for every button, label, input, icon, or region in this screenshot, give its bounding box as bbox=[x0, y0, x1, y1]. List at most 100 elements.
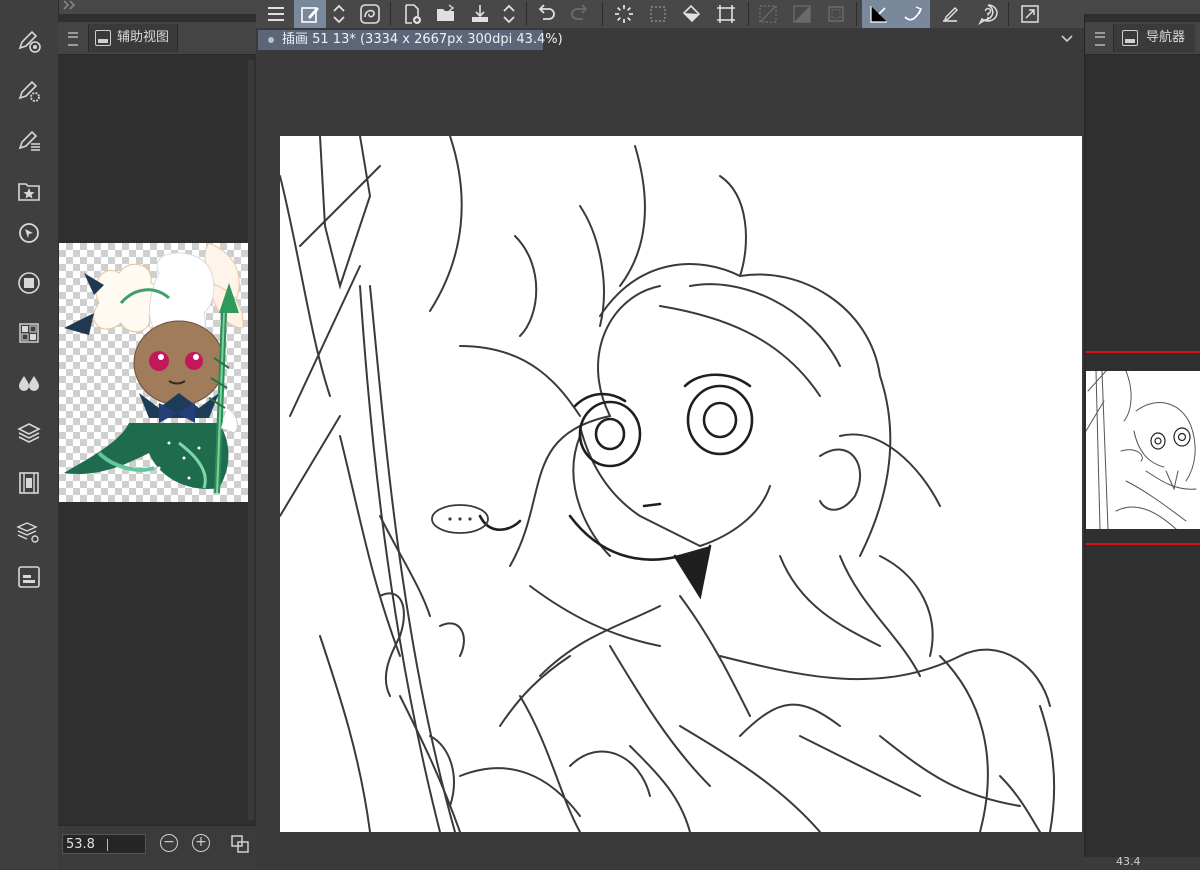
transform-selection-button[interactable] bbox=[640, 0, 676, 28]
document-title: 插画 51 13* (3334 x 2667px 300dpi 43.4%) bbox=[282, 32, 563, 47]
ruler-pen-button[interactable] bbox=[932, 0, 968, 28]
stepper-icon bbox=[333, 4, 345, 24]
stepper-button-1[interactable] bbox=[326, 0, 352, 28]
left-toolbar bbox=[0, 0, 59, 869]
timeline-button[interactable] bbox=[14, 468, 44, 498]
fill-icon bbox=[682, 4, 701, 23]
square-layer-button[interactable] bbox=[14, 268, 44, 298]
plus-icon: + bbox=[195, 834, 207, 850]
material-button[interactable] bbox=[14, 176, 44, 206]
tab-sub-view[interactable]: 辅助视图 bbox=[88, 24, 179, 52]
brush-settings-button[interactable] bbox=[14, 76, 44, 106]
fill-button[interactable] bbox=[674, 0, 710, 28]
stepper-button-2[interactable] bbox=[496, 0, 522, 28]
edit-pen-icon bbox=[301, 7, 319, 23]
stepper-icon bbox=[503, 4, 515, 24]
layers-button[interactable] bbox=[14, 418, 44, 448]
new-layer-icon bbox=[405, 4, 421, 24]
menu-icon bbox=[268, 7, 284, 21]
color-mixing-button[interactable] bbox=[14, 368, 44, 398]
menu-button[interactable] bbox=[258, 0, 294, 28]
invert-selection-button[interactable] bbox=[784, 0, 820, 28]
zoom-field[interactable]: 53.8 bbox=[62, 834, 146, 854]
brush-list-icon bbox=[18, 130, 40, 151]
navigator-zoom-value[interactable]: 43.4 bbox=[1116, 855, 1141, 868]
zoom-value: 53.8 bbox=[66, 837, 95, 852]
layer-property-button[interactable] bbox=[14, 518, 44, 548]
toolbar-separator bbox=[748, 2, 749, 26]
lasso-icon bbox=[360, 4, 380, 24]
collapse-right-icon[interactable] bbox=[60, 0, 80, 10]
star-folder-icon bbox=[18, 183, 40, 201]
draw-curve-button[interactable] bbox=[896, 0, 930, 28]
square-layer-icon bbox=[18, 272, 40, 294]
panel-menu-icon[interactable] bbox=[1095, 32, 1105, 46]
draw-curve-icon bbox=[904, 6, 922, 21]
sub-view-scrollbar[interactable] bbox=[248, 60, 254, 820]
toolbar-separator bbox=[526, 2, 527, 26]
image-icon bbox=[95, 30, 111, 46]
nav-frame-bottom bbox=[1086, 543, 1200, 545]
open-folder-icon bbox=[437, 4, 455, 21]
ruler-pen-icon bbox=[943, 7, 958, 22]
chevron-down-icon[interactable] bbox=[1060, 32, 1074, 46]
color-grid-icon bbox=[19, 323, 39, 343]
layer-props-icon bbox=[16, 522, 39, 543]
fit-view-icon[interactable] bbox=[230, 834, 250, 854]
navigation-button[interactable] bbox=[14, 218, 44, 248]
nav-frame-top bbox=[1086, 351, 1200, 353]
brush-target-icon bbox=[18, 30, 41, 53]
color-drops-icon bbox=[19, 376, 39, 391]
crop-button[interactable] bbox=[708, 0, 744, 28]
document-tab[interactable]: 插画 51 13* (3334 x 2667px 300dpi 43.4%) bbox=[258, 30, 563, 50]
cursor-circle-icon bbox=[19, 223, 39, 243]
selection-border-button[interactable] bbox=[818, 0, 854, 28]
toolbar-separator bbox=[1008, 2, 1009, 26]
export-icon bbox=[472, 5, 488, 22]
draw-line-icon bbox=[870, 6, 887, 23]
panel-header: 辅助视图 bbox=[58, 22, 256, 55]
loading-button[interactable] bbox=[606, 0, 642, 28]
zoom-in-button[interactable]: + bbox=[192, 834, 210, 852]
minus-icon: − bbox=[163, 834, 175, 850]
edit-mode-button[interactable] bbox=[294, 0, 326, 28]
new-layer-button[interactable] bbox=[394, 0, 430, 28]
reference-image[interactable] bbox=[59, 243, 249, 502]
navigator-thumbnail[interactable] bbox=[1086, 371, 1200, 529]
brush-gear-icon bbox=[18, 80, 40, 102]
help-button[interactable] bbox=[970, 0, 1006, 28]
cookie-character-illustration bbox=[64, 243, 244, 494]
tab-navigator[interactable]: 导航器 bbox=[1113, 24, 1196, 52]
redo-button[interactable] bbox=[562, 0, 598, 28]
brush-target-button[interactable] bbox=[14, 26, 44, 56]
clear-selection-icon bbox=[759, 5, 777, 23]
transform-selection-icon bbox=[650, 6, 666, 22]
draw-line-button[interactable] bbox=[862, 0, 896, 28]
unsaved-dot-icon bbox=[268, 37, 274, 43]
sketch-artwork bbox=[280, 136, 1056, 832]
export-button[interactable] bbox=[462, 0, 498, 28]
selection-border-icon bbox=[828, 6, 844, 22]
tab-sub-view-label: 辅助视图 bbox=[117, 30, 170, 45]
clear-selection-button[interactable] bbox=[750, 0, 786, 28]
open-button[interactable] bbox=[428, 0, 464, 28]
drawing-canvas[interactable] bbox=[280, 136, 1082, 832]
fullscreen-icon bbox=[1021, 5, 1039, 23]
help-bubble-icon bbox=[978, 4, 998, 25]
zoom-slider-handle[interactable] bbox=[107, 839, 108, 851]
toolbar-separator bbox=[390, 2, 391, 26]
fullscreen-button[interactable] bbox=[1012, 0, 1048, 28]
panel-menu-icon[interactable] bbox=[68, 32, 78, 46]
filmstrip-icon bbox=[19, 472, 39, 494]
brush-list-button[interactable] bbox=[14, 126, 44, 156]
navigator-controls: 43.4 bbox=[1084, 855, 1200, 869]
layers-icon bbox=[17, 423, 41, 443]
redo-icon bbox=[571, 4, 588, 20]
color-set-button[interactable] bbox=[14, 318, 44, 348]
undo-button[interactable] bbox=[528, 0, 564, 28]
panel-layout-button[interactable] bbox=[14, 562, 44, 592]
lasso-button[interactable] bbox=[352, 0, 388, 28]
panel-header: 导航器 bbox=[1085, 22, 1200, 55]
zoom-out-button[interactable]: − bbox=[160, 834, 178, 852]
tab-navigator-label: 导航器 bbox=[1146, 30, 1186, 45]
